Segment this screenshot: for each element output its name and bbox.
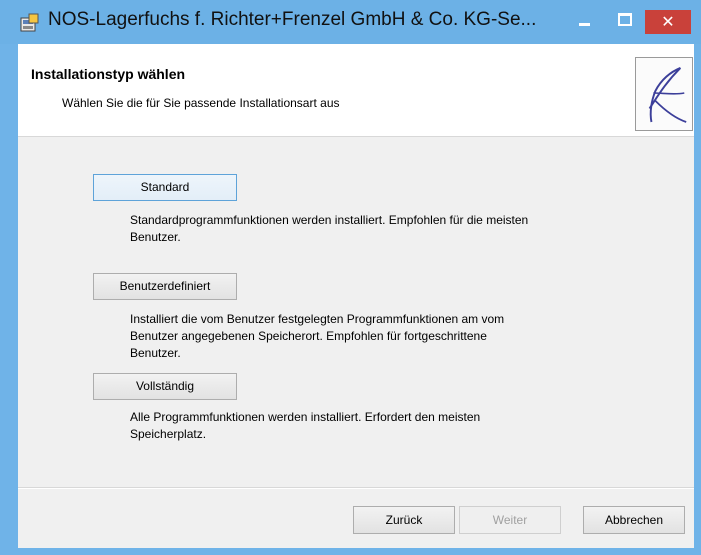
dialog-body: Installationstyp wählen Wählen Sie die f… bbox=[18, 44, 694, 548]
standard-button[interactable]: Standard bbox=[93, 174, 237, 201]
close-button[interactable]: ✕ bbox=[645, 10, 691, 34]
page-subtitle: Wählen Sie die für Sie passende Installa… bbox=[62, 96, 340, 110]
close-icon: ✕ bbox=[661, 12, 675, 31]
back-button[interactable]: Zurück bbox=[353, 506, 455, 534]
window-title: NOS-Lagerfuchs f. Richter+Frenzel GmbH &… bbox=[48, 9, 537, 30]
complete-button[interactable]: Vollständig bbox=[93, 373, 237, 400]
footer-divider-highlight bbox=[18, 488, 694, 489]
standard-description: Standardprogrammfunktionen werden instal… bbox=[130, 213, 529, 244]
minimize-button[interactable] bbox=[572, 10, 598, 32]
installer-window: NOS-Lagerfuchs f. Richter+Frenzel GmbH &… bbox=[0, 0, 701, 555]
complete-description: Alle Programmfunktionen werden installie… bbox=[130, 410, 481, 441]
title-bar[interactable]: NOS-Lagerfuchs f. Richter+Frenzel GmbH &… bbox=[0, 0, 701, 44]
custom-description: Installiert die vom Benutzer festgelegte… bbox=[130, 312, 505, 360]
page-title: Installationstyp wählen bbox=[31, 66, 186, 82]
maximize-button[interactable] bbox=[612, 10, 638, 32]
custom-button[interactable]: Benutzerdefiniert bbox=[93, 273, 237, 300]
dialog-header: Installationstyp wählen Wählen Sie die f… bbox=[18, 44, 694, 137]
next-button[interactable]: Weiter bbox=[459, 506, 561, 534]
logo-icon bbox=[635, 57, 693, 131]
cancel-button[interactable]: Abbrechen bbox=[583, 506, 685, 534]
installer-icon bbox=[20, 13, 39, 32]
